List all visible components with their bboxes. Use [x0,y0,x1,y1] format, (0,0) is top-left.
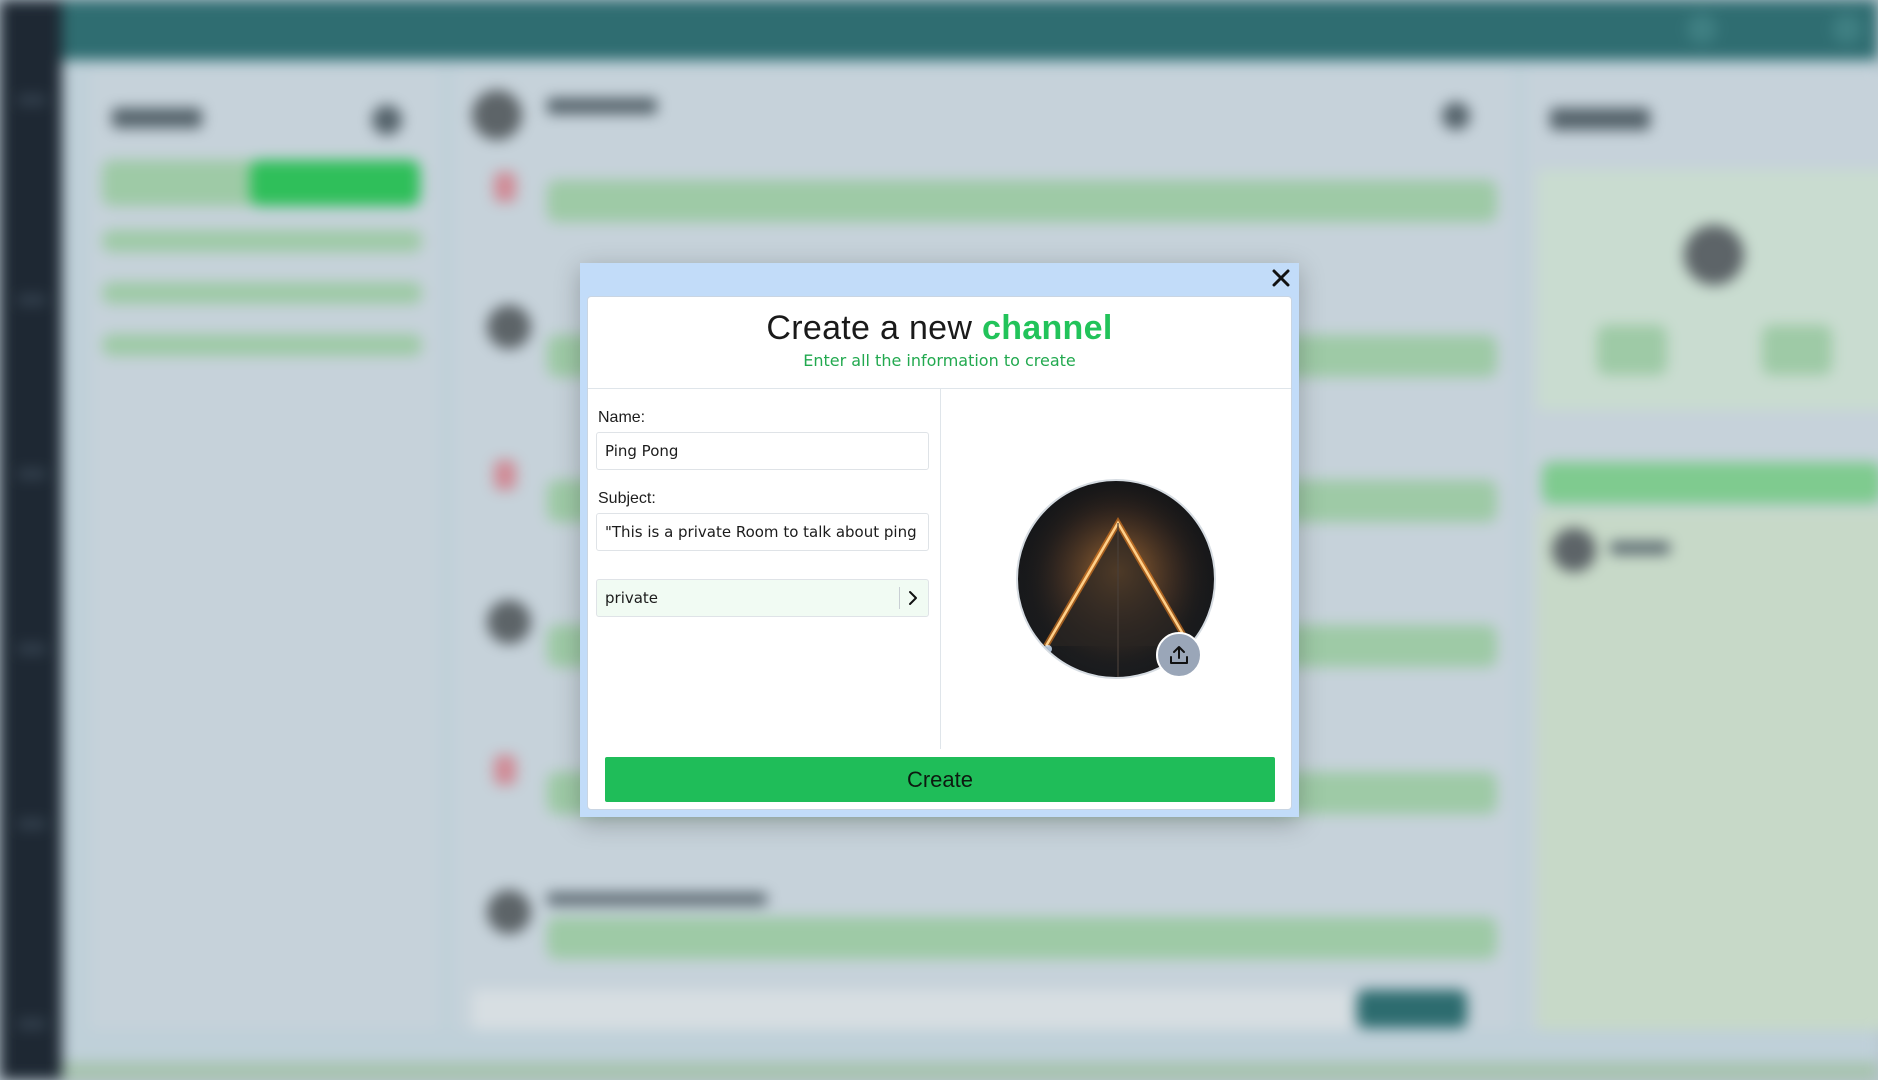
subject-label: Subject: [598,490,656,507]
modal-title-accent: channel [981,309,1113,347]
name-label: Name: [598,409,646,426]
channel-form: Name: Subject: private [588,389,941,749]
privacy-select[interactable]: private [596,579,929,617]
create-button[interactable]: Create [605,757,1275,802]
modal-header: Create a new channel Enter all the infor… [588,297,1291,389]
chevron-right-icon [909,591,917,605]
upload-icon [1170,646,1188,664]
modal-title: Create a new channel [588,309,1291,348]
subject-input[interactable] [596,513,929,551]
privacy-select-divider [899,587,900,609]
close-icon [1272,269,1290,287]
create-channel-modal: Create a new channel Enter all the infor… [580,263,1299,817]
background-topbar [62,0,1878,60]
upload-image-button[interactable] [1156,632,1202,678]
privacy-select-value: private [605,589,659,607]
modal-subtitle: Enter all the information to create [803,351,1076,370]
modal-content: Create a new channel Enter all the infor… [587,296,1292,810]
name-input[interactable] [596,432,929,470]
channel-image-section [941,389,1291,749]
close-button[interactable] [1269,266,1293,290]
modal-title-prefix: Create a new [766,309,982,347]
background-sidebar-rail [0,0,62,1080]
